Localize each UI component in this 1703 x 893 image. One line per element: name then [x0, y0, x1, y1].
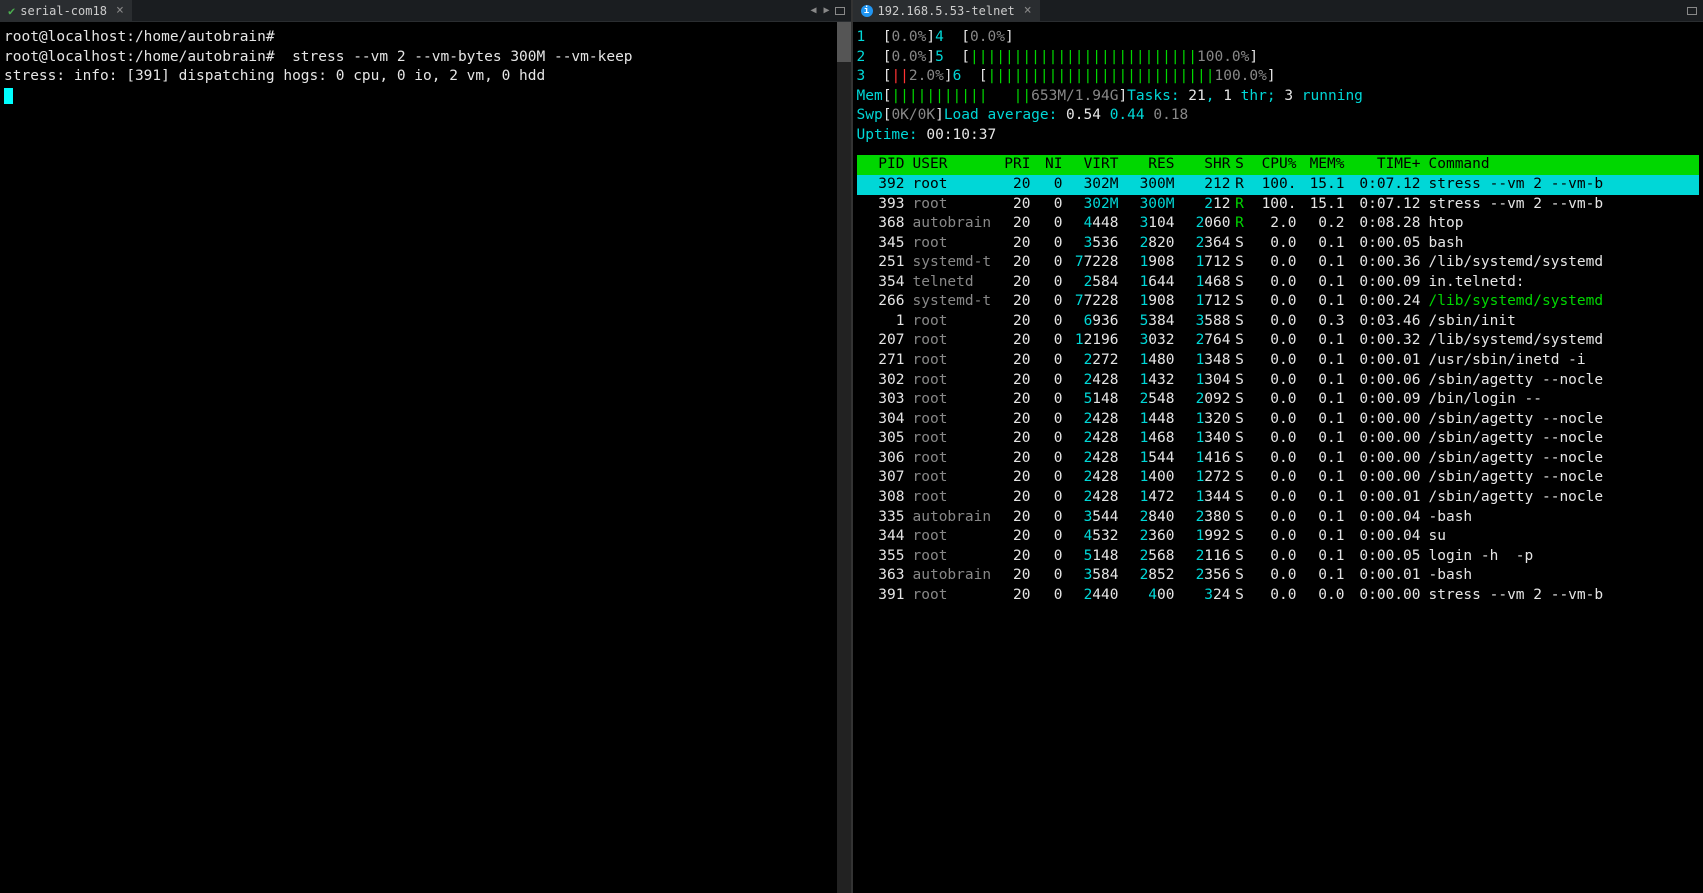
process-row[interactable]: 354telnetd200258416441468S0.00.10:00.09i… — [857, 273, 1700, 293]
close-icon[interactable]: × — [1024, 3, 1032, 18]
cpu-row: 1 [ 0.0%] 4 [ 0.0%] — [857, 28, 1700, 48]
close-icon[interactable]: × — [116, 3, 124, 18]
right-terminal[interactable]: 1 [ 0.0%] 4 [ 0.0%] 2 [ 0.0%] 5 [|||||||… — [853, 22, 1703, 893]
process-row[interactable]: 393root200302M300M212R100.15.10:07.12str… — [857, 195, 1700, 215]
process-row[interactable]: 303root200514825482092S0.00.10:00.09/bin… — [857, 390, 1700, 410]
mem-row: Mem[||||||||||| || 653M/1.94G] Tasks: 21… — [857, 87, 1700, 107]
process-row[interactable]: 251systemd-t2007722819081712S0.00.10:00.… — [857, 253, 1700, 273]
tab-title: serial-com18 — [20, 4, 107, 18]
info-icon: i — [861, 5, 873, 17]
prompt-line-1: root@localhost:/home/autobrain# — [4, 29, 275, 45]
process-row[interactable]: 306root200242815441416S0.00.10:00.00/sbi… — [857, 449, 1700, 469]
process-row[interactable]: 1root200693653843588S0.00.30:03.46/sbin/… — [857, 312, 1700, 332]
process-row[interactable]: 345root200353628202364S0.00.10:00.05bash — [857, 234, 1700, 254]
process-row[interactable]: 271root200227214801348S0.00.10:00.01/usr… — [857, 351, 1700, 371]
process-row[interactable]: 392root200302M300M212R100.15.10:07.12str… — [857, 175, 1700, 195]
left-pane: ✔ serial-com18 × ◀ ▶ root@localhost:/hom… — [0, 0, 853, 893]
arrow-left-icon[interactable]: ◀ — [810, 5, 816, 16]
process-row[interactable]: 307root200242814001272S0.00.10:00.00/sbi… — [857, 468, 1700, 488]
maximize-icon[interactable] — [1687, 7, 1697, 15]
left-terminal[interactable]: root@localhost:/home/autobrain# root@loc… — [0, 22, 851, 893]
process-row[interactable]: 302root200242814321304S0.00.10:00.06/sbi… — [857, 371, 1700, 391]
left-tab-bar: ✔ serial-com18 × ◀ ▶ — [0, 0, 851, 22]
prompt-line-2: root@localhost:/home/autobrain# stress -… — [4, 49, 633, 65]
process-row[interactable]: 304root200242814481320S0.00.10:00.00/sbi… — [857, 410, 1700, 430]
process-row[interactable]: 335autobrain200354428402380S0.00.10:00.0… — [857, 508, 1700, 528]
cpu-row: 3 [|| 2.0%] 6 [|||||||||||||||||||||||||… — [857, 67, 1700, 87]
process-row[interactable]: 207root2001219630322764S0.00.10:00.32/li… — [857, 331, 1700, 351]
right-tab-bar: i 192.168.5.53-telnet × — [853, 0, 1703, 22]
cursor — [4, 88, 13, 104]
check-icon: ✔ — [8, 4, 15, 18]
tab-controls — [1687, 7, 1703, 15]
left-scrollbar[interactable] — [837, 22, 851, 893]
swp-row: Swp[ 0K/0K] Load average: 0.54 0.44 0.18 — [857, 106, 1700, 126]
right-pane: i 192.168.5.53-telnet × 1 [ 0.0%] 4 [ 0.… — [853, 0, 1703, 893]
arrow-right-icon[interactable]: ▶ — [823, 5, 829, 16]
maximize-icon[interactable] — [835, 7, 845, 15]
process-row[interactable]: 391root2002440400324S0.00.00:00.00stress… — [857, 586, 1700, 606]
output-line-1: stress: info: [391] dispatching hogs: 0 … — [4, 68, 545, 84]
tab-serial-com18[interactable]: ✔ serial-com18 × — [0, 0, 132, 21]
cpu-row: 2 [ 0.0%] 5 [||||||||||||||||||||||||||1… — [857, 48, 1700, 68]
split-container: ✔ serial-com18 × ◀ ▶ root@localhost:/hom… — [0, 0, 1703, 893]
process-row[interactable]: 368autobrain200444831042060R2.00.20:08.2… — [857, 214, 1700, 234]
process-row[interactable]: 266systemd-t2007722819081712S0.00.10:00.… — [857, 292, 1700, 312]
process-row[interactable]: 344root200453223601992S0.00.10:00.04su — [857, 527, 1700, 547]
scroll-thumb[interactable] — [837, 22, 851, 62]
process-row[interactable]: 305root200242814681340S0.00.10:00.00/sbi… — [857, 429, 1700, 449]
process-row[interactable]: 308root200242814721344S0.00.10:00.01/sbi… — [857, 488, 1700, 508]
tab-telnet[interactable]: i 192.168.5.53-telnet × — [853, 0, 1040, 21]
process-header[interactable]: PIDUSERPRINIVIRTRESSHRSCPU%MEM%TIME+Comm… — [857, 155, 1700, 175]
process-row[interactable]: 363autobrain200358428522356S0.00.10:00.0… — [857, 566, 1700, 586]
tab-title: 192.168.5.53-telnet — [878, 4, 1015, 18]
uptime-row: Uptime: 00:10:37 — [857, 126, 1700, 146]
process-row[interactable]: 355root200514825682116S0.00.10:00.05logi… — [857, 547, 1700, 567]
tab-controls: ◀ ▶ — [808, 5, 850, 16]
